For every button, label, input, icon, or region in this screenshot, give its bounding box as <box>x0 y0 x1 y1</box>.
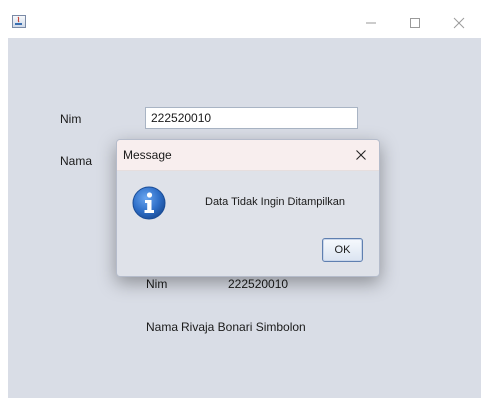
dialog-titlebar: Message <box>117 140 379 171</box>
window-titlebar <box>8 8 481 38</box>
close-icon <box>356 150 366 160</box>
output-nama-value: Rivaja Bonari Simbolon <box>181 320 306 334</box>
java-app-icon <box>12 15 26 28</box>
close-button[interactable] <box>437 8 481 38</box>
ok-button[interactable]: OK <box>322 238 363 262</box>
minimize-icon <box>366 22 376 24</box>
nama-label: Nama <box>60 154 93 168</box>
nim-label: Nim <box>60 112 82 126</box>
dialog-close-button[interactable] <box>349 144 373 166</box>
close-icon <box>453 17 465 29</box>
minimize-button[interactable] <box>349 8 393 38</box>
dialog-title: Message <box>123 148 172 162</box>
app-window: Nim Nama Nim 222520010 Nama Rivaja Bonar… <box>8 8 481 398</box>
nim-input[interactable] <box>145 107 358 129</box>
output-nim-label: Nim <box>146 277 168 291</box>
maximize-icon <box>410 18 420 28</box>
info-icon <box>132 186 166 220</box>
dialog-message: Data Tidak Ingin Ditampilkan <box>205 196 346 208</box>
message-dialog: Message Data Tidak Ingin Ditampilkan OK <box>116 139 380 277</box>
output-nim-value: 222520010 <box>228 277 289 291</box>
maximize-button[interactable] <box>393 8 437 38</box>
output-nama-label: Nama <box>146 320 179 334</box>
